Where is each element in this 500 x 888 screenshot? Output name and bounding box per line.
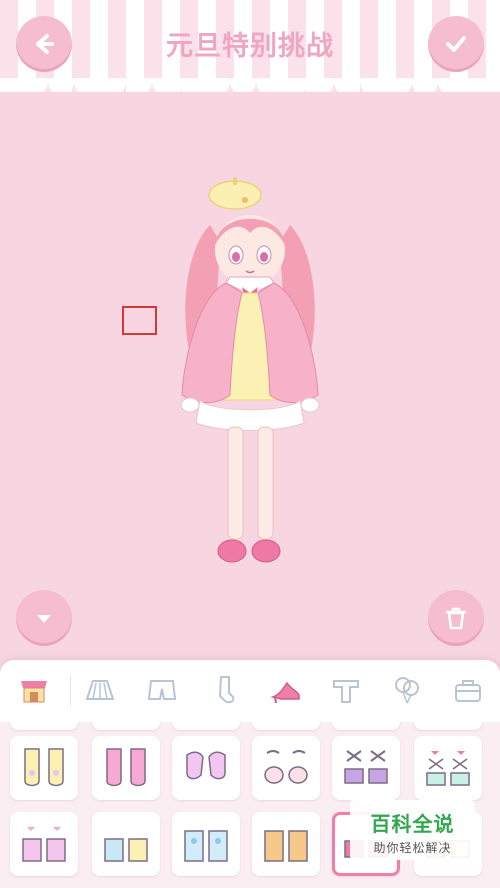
checkmark-icon xyxy=(446,36,466,52)
collapse-panel-button[interactable] xyxy=(16,590,72,646)
category-bags[interactable] xyxy=(448,670,488,710)
skirt-icon xyxy=(85,680,115,700)
trash-icon xyxy=(445,607,467,630)
doll-character[interactable] xyxy=(170,155,330,585)
item-tile[interactable] xyxy=(252,736,320,800)
sock-icon xyxy=(219,676,235,704)
confirm-button[interactable] xyxy=(428,16,484,72)
socks-item-image xyxy=(24,748,64,787)
selection-marker xyxy=(122,306,157,335)
category-tops[interactable] xyxy=(326,670,366,710)
item-tile[interactable] xyxy=(172,722,240,730)
shorts-icon xyxy=(147,680,177,700)
socks-item-image xyxy=(106,748,146,787)
category-shorts[interactable] xyxy=(142,670,182,710)
item-tile[interactable] xyxy=(92,736,160,800)
watermark-title: 百科全说 xyxy=(370,812,455,836)
item-tile[interactable] xyxy=(92,812,160,876)
item-tile[interactable] xyxy=(332,722,400,730)
item-tile[interactable] xyxy=(172,812,240,876)
tshirt-icon xyxy=(333,680,359,703)
watermark-subtitle: 助你轻松解决 xyxy=(373,841,452,855)
shop-icon xyxy=(21,681,47,703)
shoes-item-image xyxy=(264,830,308,862)
item-tile[interactable] xyxy=(252,722,320,730)
balloon-icon xyxy=(395,677,419,704)
shoes-item-image xyxy=(186,751,226,780)
category-shop[interactable] xyxy=(14,670,54,710)
shoes-item-image xyxy=(184,830,228,862)
category-bar xyxy=(0,660,500,722)
back-button[interactable] xyxy=(16,16,72,72)
item-tile[interactable] xyxy=(10,736,78,800)
item-tile[interactable] xyxy=(414,736,482,800)
watermark: 百科全说 助你轻松解决 xyxy=(350,800,475,860)
item-tile[interactable] xyxy=(92,722,160,730)
shoes-item-image xyxy=(264,750,308,784)
high-heel-icon xyxy=(270,681,300,704)
item-tile[interactable] xyxy=(332,736,400,800)
category-divider xyxy=(70,676,71,706)
category-balloons[interactable] xyxy=(386,670,426,710)
delete-button[interactable] xyxy=(428,590,484,646)
shoes-item-image xyxy=(344,750,388,784)
page-title: 元旦特别挑战 xyxy=(166,31,334,62)
item-tile[interactable] xyxy=(10,812,78,876)
category-skirt[interactable] xyxy=(80,670,120,710)
item-tile[interactable] xyxy=(414,722,482,730)
category-shoes[interactable] xyxy=(266,670,306,710)
item-tile[interactable] xyxy=(10,722,78,730)
shoes-item-image xyxy=(22,827,66,862)
back-arrow-icon xyxy=(36,34,54,54)
shoes-item-image xyxy=(426,751,470,786)
item-tile[interactable] xyxy=(252,812,320,876)
chevron-down-icon xyxy=(37,615,51,623)
item-tile[interactable] xyxy=(172,736,240,800)
category-socks[interactable] xyxy=(204,670,244,710)
shoes-item-image xyxy=(104,838,148,862)
bag-icon xyxy=(455,680,481,702)
